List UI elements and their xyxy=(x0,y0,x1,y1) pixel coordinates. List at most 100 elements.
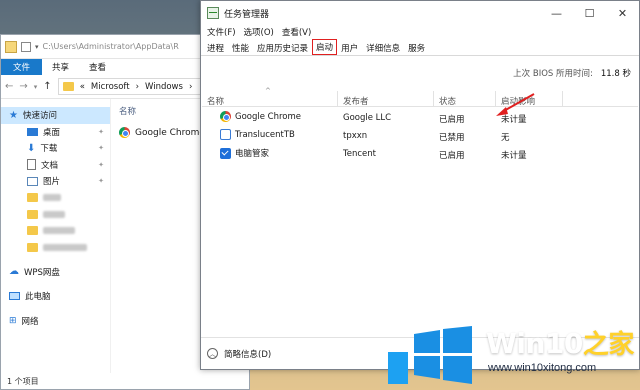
nav-item-folder[interactable] xyxy=(1,223,110,240)
status-bar-count: 1 个项目 xyxy=(7,377,39,386)
fewer-details-link[interactable]: 简略信息(D) xyxy=(224,348,271,360)
folder-icon xyxy=(27,242,38,252)
menu-options[interactable]: 选项(O) xyxy=(244,26,274,38)
nav-label: 文档 xyxy=(41,160,59,171)
pin-icon: ✦ xyxy=(98,160,104,169)
row-name-cell: 电脑管家 xyxy=(220,147,269,159)
folder-icon xyxy=(5,40,17,53)
ribbon-tab-file[interactable]: 文件 xyxy=(1,59,43,75)
task-manager-icon xyxy=(207,7,219,19)
forward-icon[interactable]: → xyxy=(19,81,27,92)
up-arrow-icon[interactable]: ↑ xyxy=(43,81,51,92)
ribbon-tab-share[interactable]: 共享 xyxy=(42,61,79,73)
nav-label: 此电脑 xyxy=(25,292,51,303)
watermark: Win10之家 www.win10xitong.com xyxy=(408,320,640,390)
chevron-down-icon[interactable]: ▾ xyxy=(34,83,38,91)
folder-icon xyxy=(27,209,38,219)
menu-bar: 文件(F) 选项(O) 查看(V) xyxy=(201,25,639,39)
nav-label: 下载 xyxy=(40,144,58,155)
close-button[interactable]: ✕ xyxy=(606,1,639,25)
nav-label: 图片 xyxy=(43,177,61,188)
computer-icon xyxy=(9,292,20,301)
bird-icon xyxy=(388,352,408,384)
column-header-status[interactable]: 状态 xyxy=(439,95,456,107)
row-publisher: Tencent xyxy=(343,149,376,159)
tab-users[interactable]: 用户 xyxy=(337,41,362,55)
address-part[interactable]: Microsoft xyxy=(91,82,130,92)
bios-label: 上次 BIOS 所用时间: xyxy=(513,69,593,79)
download-icon: ⬇ xyxy=(27,142,36,154)
address-part: › xyxy=(135,81,139,92)
nav-item-quick-access[interactable]: ★ 快速访问 xyxy=(1,107,110,124)
nav-item-downloads[interactable]: ⬇ 下载 ✦ xyxy=(1,140,110,157)
star-icon: ★ xyxy=(9,109,18,121)
minimize-button[interactable]: — xyxy=(540,1,573,25)
tab-processes[interactable]: 进程 xyxy=(203,41,228,55)
chevron-down-icon[interactable]: ▾ xyxy=(35,43,39,51)
bios-time: 上次 BIOS 所用时间: 11.8 秒 xyxy=(513,67,631,79)
address-part: › xyxy=(188,81,193,92)
nav-item-documents[interactable]: 文档 ✦ xyxy=(1,157,110,174)
navigation-pane: ★ 快速访问 桌面 ✦ ⬇ 下载 ✦ 文档 ✦ 图片 ✦ ☁ WPS网盘 此电脑… xyxy=(1,99,111,373)
nav-label: 快速访问 xyxy=(22,111,57,122)
maximize-button[interactable]: ☐ xyxy=(573,1,606,25)
desktop-icon xyxy=(27,127,38,136)
tab-performance[interactable]: 性能 xyxy=(228,41,253,55)
table-row[interactable]: TranslucentTB tpxxn 已禁用 无 xyxy=(202,127,638,145)
column-header-publisher[interactable]: 发布者 xyxy=(343,95,369,107)
picture-icon xyxy=(27,176,38,186)
table-row[interactable]: Google Chrome Google LLC 已启用 未计量 xyxy=(202,109,638,127)
nav-item-this-pc[interactable]: 此电脑 xyxy=(1,288,110,305)
tab-app-history[interactable]: 应用历史记录 xyxy=(253,41,312,55)
watermark-title: Win10之家 xyxy=(486,327,634,360)
bios-value: 11.8 秒 xyxy=(600,69,631,79)
window-controls: — ☐ ✕ xyxy=(540,1,639,25)
menu-file[interactable]: 文件(F) xyxy=(207,26,236,38)
ribbon-tab-view[interactable]: 查看 xyxy=(79,61,116,73)
tab-bar: 进程 性能 应用历史记录 启动 用户 详细信息 服务 xyxy=(201,39,639,56)
menu-view[interactable]: 查看(V) xyxy=(282,26,311,38)
address-part[interactable]: Windows xyxy=(145,82,183,92)
address-part: « xyxy=(79,81,85,92)
row-name: TranslucentTB xyxy=(235,129,295,140)
pin-icon: ✦ xyxy=(98,127,104,136)
nav-item-folder[interactable] xyxy=(1,239,110,256)
column-header-name[interactable]: 名称 xyxy=(207,95,224,107)
pin-icon: ✦ xyxy=(98,144,104,153)
blurred-label xyxy=(43,194,61,202)
pc-manager-icon xyxy=(220,147,231,159)
watermark-url: www.win10xitong.com xyxy=(488,362,597,374)
nav-item-network[interactable]: ⊞ 网络 xyxy=(1,313,110,330)
folder-icon xyxy=(27,226,38,236)
row-status: 已启用 xyxy=(439,151,465,161)
taskmgr-titlebar: 任务管理器 — ☐ ✕ xyxy=(201,1,639,25)
collapse-chevron-icon[interactable]: ︿ xyxy=(207,348,218,359)
row-publisher: tpxxn xyxy=(343,131,368,141)
chrome-icon xyxy=(119,127,130,138)
back-icon[interactable]: ← xyxy=(5,81,13,92)
nav-item-folder[interactable] xyxy=(1,206,110,223)
checkbox-icon[interactable] xyxy=(21,41,31,52)
list-item-label: Google Chrome xyxy=(135,127,205,138)
blurred-label xyxy=(43,243,87,251)
folder-icon xyxy=(27,193,38,203)
network-icon: ⊞ xyxy=(9,315,17,326)
nav-item-wps[interactable]: ☁ WPS网盘 xyxy=(1,264,110,281)
tab-startup[interactable]: 启动 xyxy=(312,39,338,55)
explorer-title-path: C:\Users\Administrator\AppData\R xyxy=(42,42,179,51)
table-row[interactable]: 电脑管家 Tencent 已启用 未计量 xyxy=(202,145,638,163)
document-icon xyxy=(27,159,36,171)
task-manager-window: 任务管理器 — ☐ ✕ 文件(F) 选项(O) 查看(V) 进程 性能 应用历史… xyxy=(200,0,640,370)
nav-label: WPS网盘 xyxy=(24,267,60,278)
tab-details[interactable]: 详细信息 xyxy=(362,41,404,55)
windows-logo xyxy=(414,326,472,384)
row-impact: 无 xyxy=(501,133,510,143)
nav-item-pictures[interactable]: 图片 ✦ xyxy=(1,173,110,190)
nav-label: 网络 xyxy=(21,316,39,327)
row-status: 已禁用 xyxy=(439,133,465,143)
sort-up-icon: ^ xyxy=(265,87,271,95)
tab-services[interactable]: 服务 xyxy=(404,41,429,55)
nav-item-desktop[interactable]: 桌面 ✦ xyxy=(1,124,110,141)
nav-item-folder[interactable] xyxy=(1,190,110,207)
pin-icon: ✦ xyxy=(98,177,104,186)
